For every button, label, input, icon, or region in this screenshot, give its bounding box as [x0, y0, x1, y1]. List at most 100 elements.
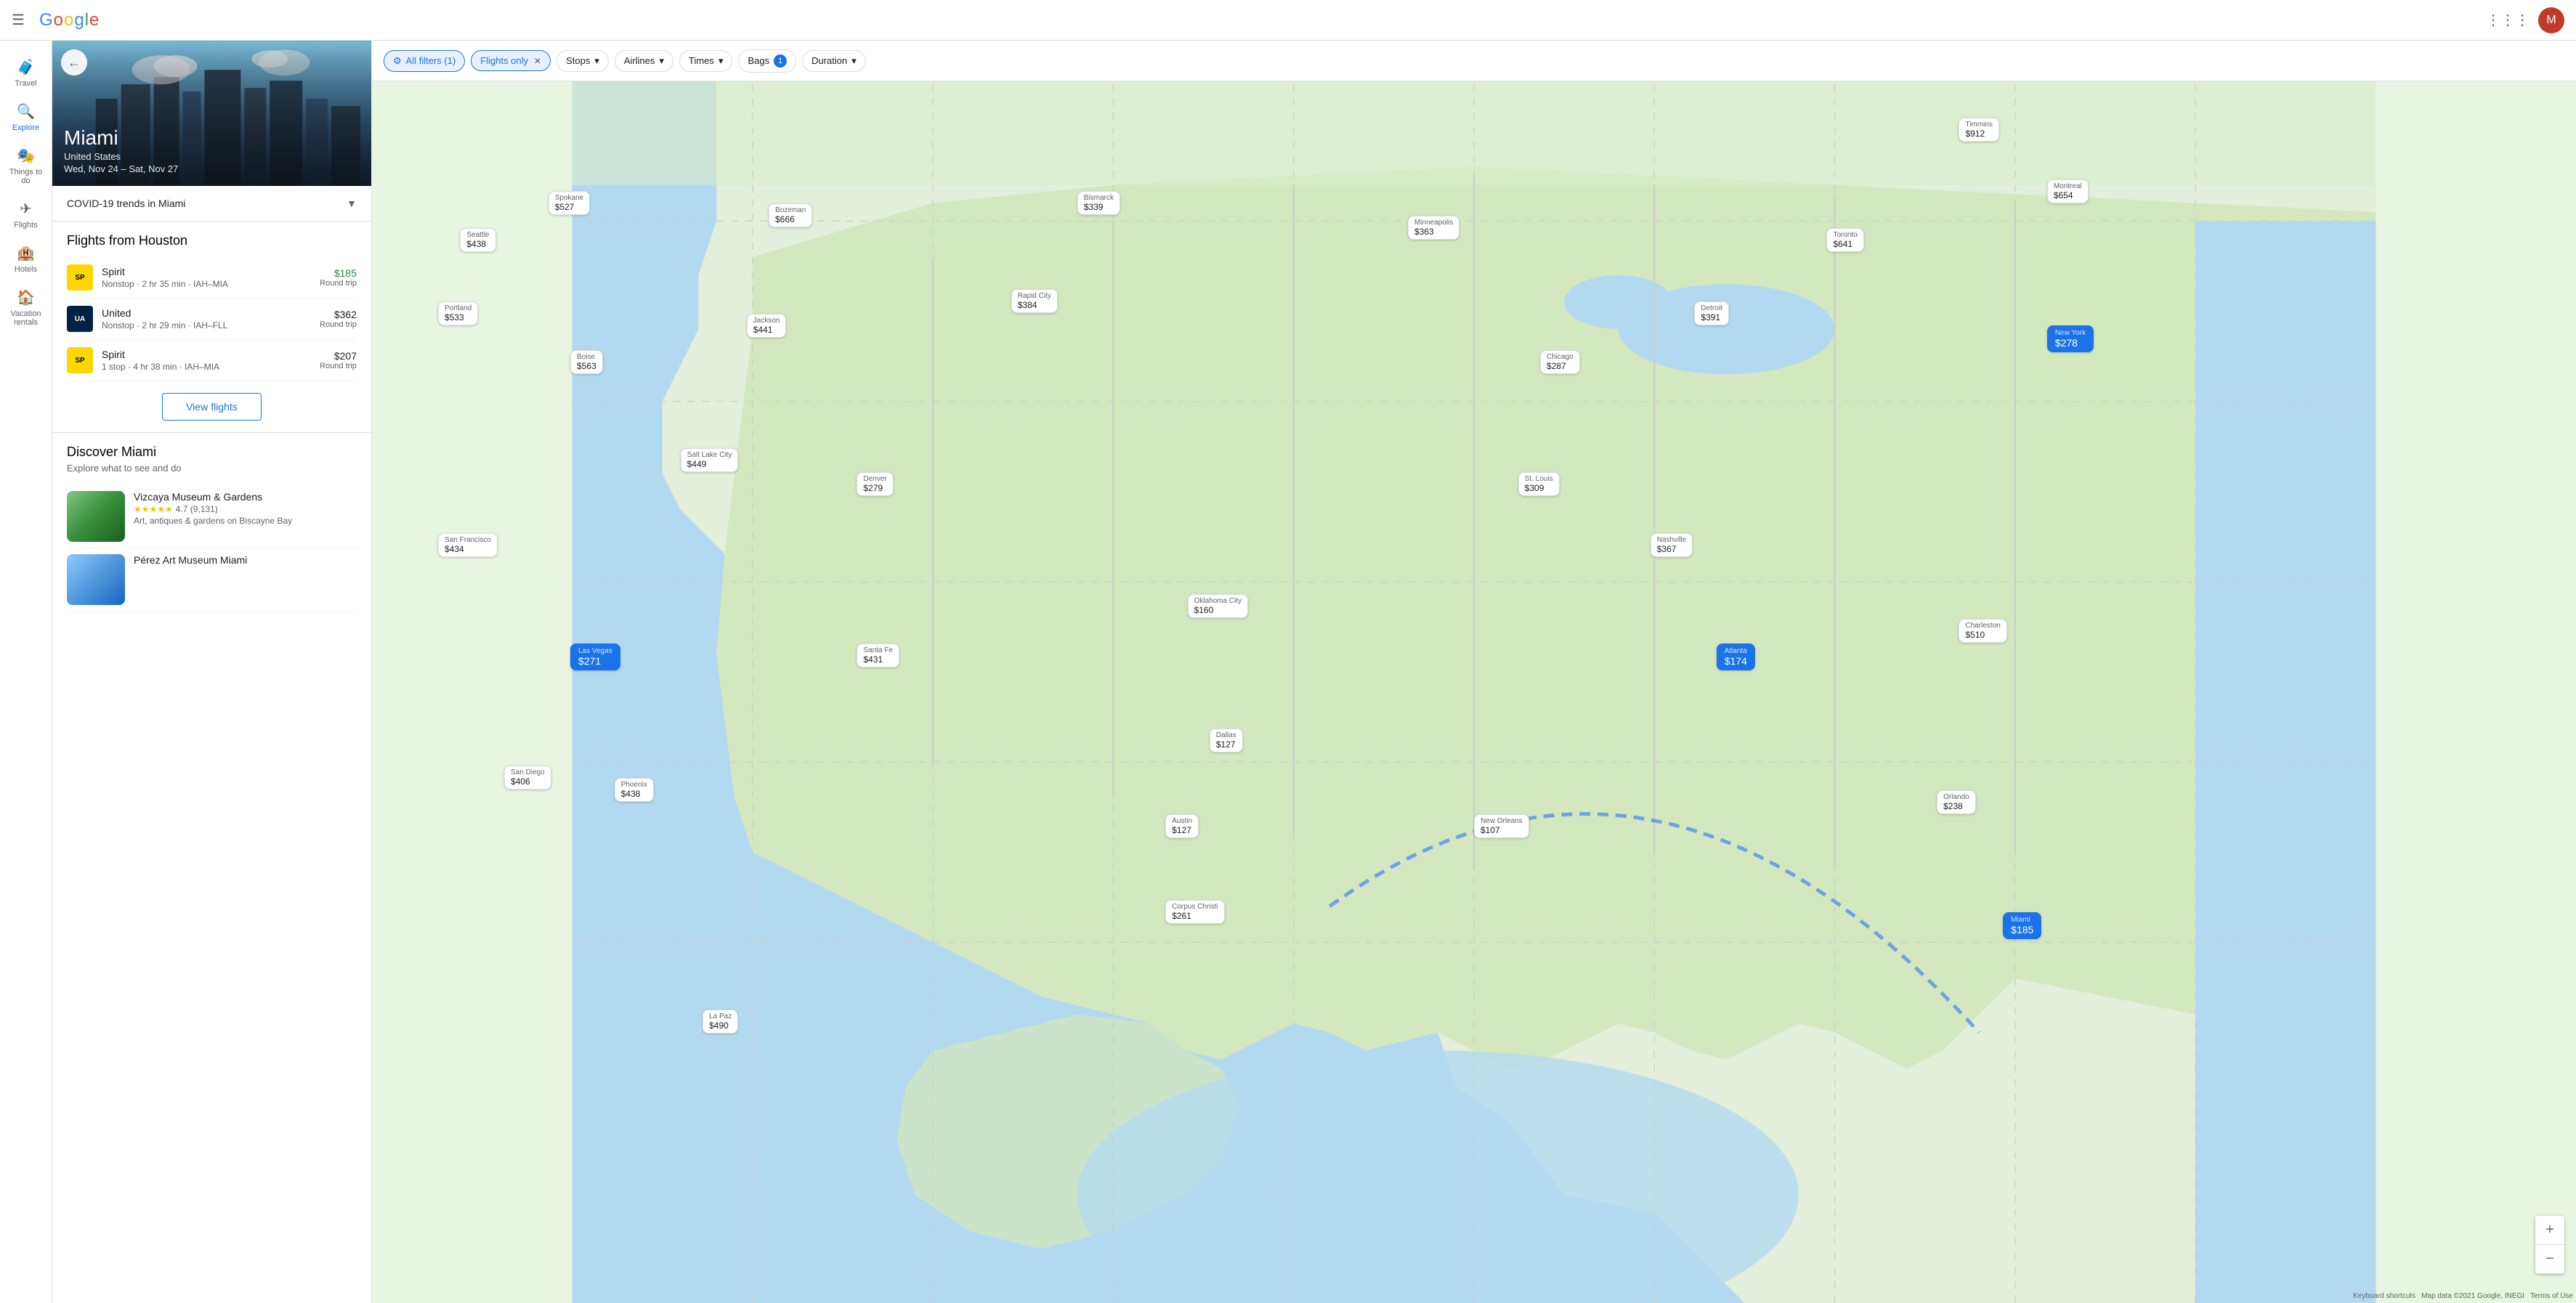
map-price-label[interactable]: Charleston$510 — [1959, 619, 2006, 643]
city-price: $641 — [1833, 239, 1852, 249]
city-name: Nashville — [1657, 536, 1687, 544]
flight-card[interactable]: SP Spirit 1 stop · 4 hr 38 min · IAH–MIA… — [67, 340, 357, 381]
airlines-label: Airlines — [624, 55, 655, 66]
map-price-label[interactable]: Timmins$912 — [1959, 118, 1998, 142]
map-labels: Seattle$438Spokane$527Portland$533Boise$… — [372, 81, 2576, 1303]
sidebar-item-explore[interactable]: 🔍 Explore — [0, 97, 52, 138]
map-price-label[interactable]: San Diego$406 — [504, 766, 551, 789]
city-name: Toronto — [1833, 231, 1857, 239]
city-price: $127 — [1172, 825, 1191, 835]
city-price: $287 — [1547, 361, 1566, 371]
zoom-in-button[interactable]: + — [2535, 1216, 2564, 1245]
map-price-label[interactable]: Spokane$527 — [548, 191, 590, 215]
map-price-label[interactable]: Chicago$287 — [1540, 350, 1580, 374]
view-flights-button[interactable]: View flights — [162, 393, 262, 421]
map-price-label[interactable]: Corpus Christi$261 — [1165, 900, 1224, 924]
map-price-label[interactable]: San Francisco$434 — [438, 533, 498, 557]
city-name: Boise — [577, 353, 596, 361]
city-price: $160 — [1194, 605, 1214, 615]
place-card[interactable]: Pérez Art Museum Miami — [67, 548, 357, 612]
keyboard-shortcuts[interactable]: Keyboard shortcuts — [2353, 1292, 2415, 1300]
stops-chip[interactable]: Stops ▾ — [556, 50, 609, 72]
terms-of-use[interactable]: Terms of Use — [2530, 1292, 2573, 1300]
map-price-label[interactable]: Atlanta$174 — [1717, 644, 1755, 670]
menu-icon[interactable]: ☰ — [12, 11, 25, 29]
things-to-do-icon: 🎭 — [17, 147, 35, 165]
city-name: Dallas — [1216, 731, 1236, 739]
google-logo: Google — [39, 10, 99, 31]
sidebar-item-vacation-rentals[interactable]: 🏠 Vacation rentals — [0, 283, 52, 333]
zoom-out-button[interactable]: − — [2535, 1245, 2564, 1274]
flight-info: Spirit Nonstop · 2 hr 35 min · IAH–MIA — [102, 266, 320, 289]
sidebar-item-hotels[interactable]: 🏨 Hotels — [0, 238, 52, 280]
map-price-label[interactable]: Jackson$441 — [747, 314, 787, 338]
map-price-label[interactable]: Minneapolis$363 — [1408, 216, 1459, 240]
bags-count: 1 — [774, 54, 787, 68]
map-price-label[interactable]: Orlando$238 — [1937, 790, 1976, 814]
sidebar-label-travel: Travel — [15, 79, 36, 88]
city-name: Corpus Christi — [1172, 903, 1218, 911]
sidebar-item-travel[interactable]: 🧳 Travel — [0, 52, 52, 94]
map-price-label[interactable]: La Paz$490 — [702, 1010, 738, 1034]
city-name: La Paz — [709, 1012, 732, 1020]
map-price-label[interactable]: Dallas$127 — [1210, 728, 1243, 752]
back-button[interactable]: ← — [61, 49, 87, 76]
times-chip[interactable]: Times ▾ — [679, 50, 732, 72]
explore-icon: 🔍 — [17, 102, 35, 121]
map-price-label[interactable]: Salt Lake City$449 — [681, 448, 739, 472]
map-price-label[interactable]: Rapid City$384 — [1011, 289, 1058, 313]
thumb-image — [67, 554, 125, 605]
map-price-label[interactable]: Oklahoma City$160 — [1188, 594, 1249, 618]
bags-chip[interactable]: Bags 1 — [738, 49, 796, 73]
price-value: $185 — [320, 267, 357, 279]
map-price-label[interactable]: Denver$279 — [856, 472, 893, 496]
map-price-label[interactable]: Montreal$654 — [2047, 179, 2089, 203]
map-price-label[interactable]: New Orleans$107 — [1474, 814, 1529, 838]
map-price-label[interactable]: Detroit$391 — [1694, 301, 1728, 325]
map-price-label[interactable]: New York$278 — [2047, 325, 2094, 352]
flight-info: Spirit 1 stop · 4 hr 38 min · IAH–MIA — [102, 349, 320, 372]
map-price-label[interactable]: Toronto$641 — [1826, 228, 1863, 252]
city-price: $434 — [445, 544, 464, 554]
map-price-label[interactable]: Portland$533 — [438, 301, 478, 325]
covid-section[interactable]: COVID-19 trends in Miami ▼ — [52, 186, 371, 222]
map-price-label[interactable]: Bismarck$339 — [1077, 191, 1120, 215]
covid-text: COVID-19 trends in Miami — [67, 198, 185, 209]
map-price-label[interactable]: Austin$127 — [1165, 814, 1199, 838]
all-filters-chip[interactable]: ⚙ All filters (1) — [384, 50, 465, 72]
map-price-label[interactable]: Las Vegas$271 — [570, 644, 620, 670]
map-price-label[interactable]: Nashville$367 — [1650, 533, 1693, 557]
map-price-label[interactable]: St. Louis$309 — [1518, 472, 1560, 496]
bags-label: Bags — [748, 55, 769, 66]
flights-only-chip[interactable]: Flights only ✕ — [471, 50, 551, 71]
map-price-label[interactable]: Seattle$438 — [460, 228, 495, 252]
map-price-label[interactable]: Miami$185 — [2003, 912, 2041, 939]
map-price-label[interactable]: Santa Fe$431 — [856, 644, 899, 667]
map-price-label[interactable]: Boise$563 — [570, 350, 603, 374]
airline-logo: SP — [67, 264, 93, 291]
stops-label: Stops — [566, 55, 590, 66]
flight-card[interactable]: UA United Nonstop · 2 hr 29 min · IAH–FL… — [67, 299, 357, 340]
flight-card[interactable]: SP Spirit Nonstop · 2 hr 35 min · IAH–MI… — [67, 257, 357, 299]
city-name: Salt Lake City — [687, 451, 732, 459]
flight-price: $185 Round trip — [320, 267, 357, 288]
flights-title: Flights from Houston — [67, 233, 357, 248]
avatar[interactable]: M — [2538, 7, 2564, 33]
city-name: Seattle — [466, 231, 489, 239]
sidebar-item-things-to-do[interactable]: 🎭 Things to do — [0, 141, 52, 191]
city-name: Santa Fe — [863, 646, 893, 654]
apps-icon[interactable]: ⋮⋮⋮ — [2486, 11, 2530, 29]
all-filters-label: All filters (1) — [406, 55, 456, 66]
roundtrip-label: Round trip — [320, 320, 357, 329]
duration-chip[interactable]: Duration ▾ — [802, 50, 866, 72]
flights-only-close-icon[interactable]: ✕ — [534, 56, 541, 66]
airline-name: Spirit — [102, 266, 320, 277]
place-card[interactable]: Vizcaya Museum & Gardens ★★★★★4.7 (9,131… — [67, 485, 357, 548]
map-price-label[interactable]: Bozeman$666 — [769, 203, 812, 227]
rating: 4.7 (9,131) — [176, 504, 218, 514]
chevron-duration-icon: ▾ — [851, 55, 856, 67]
map-price-label[interactable]: Phoenix$438 — [615, 778, 654, 802]
airlines-chip[interactable]: Airlines ▾ — [615, 50, 673, 72]
sidebar-item-flights[interactable]: ✈ Flights — [0, 194, 52, 235]
panel: ← Miami United States Wed, Nov 24 – Sat,… — [52, 41, 372, 1303]
